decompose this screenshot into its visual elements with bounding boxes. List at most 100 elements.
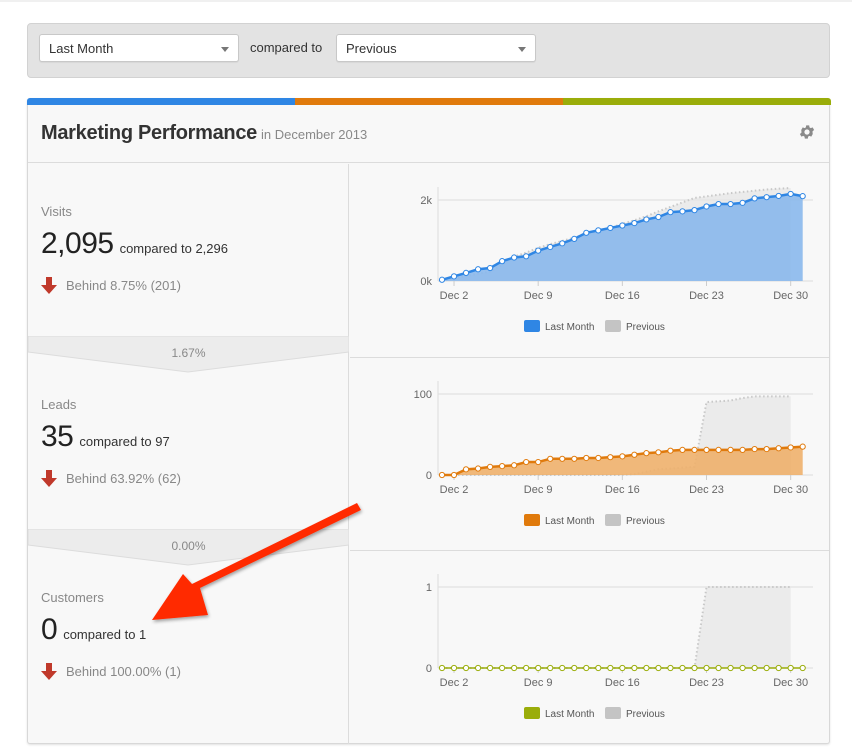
data-point <box>547 455 554 462</box>
data-point <box>703 203 710 210</box>
data-point <box>787 444 794 451</box>
metric-value: 2,095 <box>41 227 114 260</box>
data-point <box>715 200 722 208</box>
data-point <box>643 450 650 457</box>
previous-area <box>442 587 791 668</box>
color-bar <box>27 98 831 105</box>
data-point <box>474 664 482 672</box>
card-header: Marketing Performance in December 2013 <box>28 105 829 163</box>
compared-to-label: compared to <box>250 40 323 55</box>
data-point <box>691 664 698 672</box>
data-point <box>511 462 518 469</box>
data-point <box>667 447 674 454</box>
metric-delta: Behind 100.00% (1) <box>66 664 181 679</box>
data-point <box>607 664 614 672</box>
x-tick-label: Dec 16 <box>605 677 640 689</box>
data-point <box>775 192 782 200</box>
legend-label-current: Last Month <box>545 322 594 333</box>
y-tick-label: 0k <box>420 276 432 288</box>
data-point <box>739 664 746 672</box>
legend-swatch-previous <box>605 320 621 332</box>
top-divider <box>0 0 852 2</box>
x-tick-label: Dec 30 <box>773 290 808 302</box>
x-tick-label: Dec 16 <box>605 484 640 496</box>
data-point <box>775 664 782 672</box>
y-tick-label: 100 <box>414 389 432 401</box>
metric-compare: compared to 1 <box>63 627 147 642</box>
data-point <box>499 258 506 265</box>
data-point <box>799 443 806 450</box>
data-point <box>450 664 458 672</box>
card-title-text: Marketing Performance <box>41 122 257 144</box>
data-point <box>511 254 518 261</box>
period-select[interactable]: Last Month <box>39 34 239 62</box>
data-point <box>763 445 770 453</box>
metrics-column: Visits 2,095 compared to 2,296 Behind 8.7… <box>28 164 349 744</box>
data-point <box>486 264 494 272</box>
data-point <box>535 458 542 466</box>
data-point <box>739 446 746 453</box>
x-tick-label: Dec 9 <box>524 677 553 689</box>
chevron-down-icon <box>221 47 229 52</box>
data-point <box>450 273 458 280</box>
data-point <box>559 240 566 247</box>
data-point <box>763 194 770 201</box>
data-point <box>619 453 626 460</box>
data-point <box>691 446 698 453</box>
data-point <box>511 664 518 672</box>
conversion-funnel-2: 0.00% <box>28 529 349 566</box>
x-tick-label: Dec 23 <box>689 290 724 302</box>
customers-chart: 0 1 Dec 2 Dec 9 Dec 16 Dec 23 Dec 30 Last Month… <box>426 574 813 720</box>
data-point <box>703 446 710 453</box>
arrow-down-icon <box>41 277 57 294</box>
data-point <box>583 229 590 236</box>
data-point <box>751 445 758 453</box>
data-point <box>775 445 782 452</box>
data-point <box>655 664 662 672</box>
data-point <box>715 446 722 453</box>
current-area <box>442 446 803 475</box>
x-tick-label: Dec 9 <box>524 290 553 302</box>
data-point <box>655 449 662 456</box>
data-point <box>799 193 806 200</box>
data-point <box>583 664 590 672</box>
data-point <box>691 207 698 214</box>
legend-swatch-previous <box>605 514 621 526</box>
color-bar-visits <box>27 98 295 105</box>
data-point <box>571 235 578 242</box>
gear-icon[interactable] <box>798 123 816 141</box>
data-point <box>474 465 482 472</box>
legend-label-previous: Previous <box>626 322 665 333</box>
legend-label-previous: Previous <box>626 709 665 720</box>
data-point <box>486 463 494 471</box>
metric-customers: Customers 0 compared to 1 Behind 100.00% … <box>41 590 341 680</box>
y-tick-label: 1 <box>426 582 432 594</box>
conversion-funnel-1: 1.67% <box>28 336 349 373</box>
data-point <box>523 664 530 672</box>
y-tick-label: 0 <box>426 470 432 482</box>
current-area <box>442 193 803 281</box>
legend-label-previous: Previous <box>626 516 665 527</box>
metric-value: 0 <box>41 613 58 646</box>
x-tick-label: Dec 2 <box>440 677 469 689</box>
color-bar-leads <box>295 98 563 105</box>
data-point <box>727 200 734 208</box>
data-point <box>559 664 566 672</box>
data-point <box>727 446 734 453</box>
data-point <box>619 222 626 229</box>
data-point <box>703 664 710 672</box>
metric-compare: compared to 97 <box>79 434 170 449</box>
data-point <box>571 455 578 462</box>
comparison-select[interactable]: Previous <box>336 34 536 62</box>
y-tick-label: 2k <box>420 195 432 207</box>
data-point <box>523 458 530 466</box>
data-point <box>535 664 542 672</box>
data-point <box>679 664 686 672</box>
metric-name: Customers <box>41 590 104 605</box>
data-point <box>523 253 530 260</box>
arrow-down-icon <box>41 663 57 680</box>
data-point <box>799 664 806 672</box>
legend-swatch-current <box>524 320 540 332</box>
data-point <box>462 269 470 277</box>
legend-swatch-previous <box>605 707 621 719</box>
